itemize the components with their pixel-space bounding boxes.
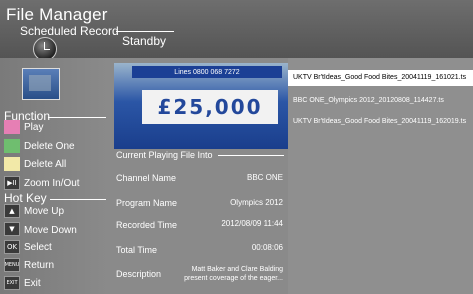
scheduled-record-label: Scheduled Record xyxy=(20,24,119,38)
preview-banner: Lines 0800 068 7272 xyxy=(132,66,282,78)
play-pause-icon: ▶II xyxy=(4,176,20,190)
hot-key-label: Hot Key xyxy=(4,191,47,205)
file-list-item[interactable]: UKTV Br'tIdeas_Good Food Bites_20041119_… xyxy=(288,70,473,86)
file-list-item[interactable]: UKTV Br'tIdeas_Good Food Bites_20041119_… xyxy=(288,114,473,130)
video-preview: Lines 0800 068 7272 £25,000 xyxy=(114,63,288,149)
description-line-2: present coverage of the eager... xyxy=(184,275,283,282)
total-time-value: 00:08:06 xyxy=(251,243,283,252)
preview-amount: £25,000 xyxy=(142,90,278,124)
play-color-key xyxy=(4,120,20,134)
menu-key-icon: MENU xyxy=(4,258,20,272)
program-name-label: Program Name xyxy=(116,198,178,208)
play-function[interactable]: Play xyxy=(24,120,43,134)
return-hotkey: Return xyxy=(24,259,55,271)
record-status: Standby xyxy=(122,34,167,48)
move-down-hotkey: Move Down xyxy=(24,224,77,236)
ok-key-icon: OK xyxy=(4,240,20,254)
zoom-function[interactable]: Zoom In/Out xyxy=(24,176,80,190)
channel-name-label: Channel Name xyxy=(116,173,177,183)
hot-key-leader-line xyxy=(50,199,106,200)
exit-key-icon: EXIT xyxy=(4,276,20,290)
channel-name-value: BBC ONE xyxy=(246,173,283,182)
description-label: Description xyxy=(116,269,162,279)
arrow-up-icon: ▲ xyxy=(4,204,20,218)
arrow-down-icon: ▼ xyxy=(4,222,20,236)
file-list: UKTV Br'tIdeas_Good Food Bites_20041119_… xyxy=(288,58,473,294)
info-leader-line xyxy=(218,155,284,156)
delete-all-function[interactable]: Delete All xyxy=(24,157,66,171)
media-thumbnail-icon xyxy=(22,68,60,100)
recorded-time-value: 2012/08/09 11:44 xyxy=(221,219,283,228)
file-info-panel: Lines 0800 068 7272 £25,000 Current Play… xyxy=(108,58,288,294)
main-area: Function Play Delete One Delete All ▶II … xyxy=(0,58,473,294)
app-title: File Manager xyxy=(6,5,108,24)
function-panel: Function Play Delete One Delete All ▶II … xyxy=(0,58,108,294)
total-time-label: Total Time xyxy=(116,245,158,255)
exit-hotkey: Exit xyxy=(24,277,41,289)
delete-one-function[interactable]: Delete One xyxy=(24,139,75,153)
subtitle-leader-line xyxy=(116,31,174,32)
info-header: Current Playing File Into xyxy=(116,150,213,160)
select-hotkey: Select xyxy=(24,241,52,253)
move-up-hotkey: Move Up xyxy=(24,205,65,217)
delete-one-color-key xyxy=(4,139,20,153)
delete-all-color-key xyxy=(4,157,20,171)
recorded-time-label: Recorded Time xyxy=(116,220,178,230)
file-list-item[interactable]: BBC ONE_Olympics 2012_20120808_114427.ts xyxy=(288,93,473,109)
function-leader-line xyxy=(48,117,106,118)
title-bar: File Manager Scheduled Record Standby xyxy=(0,0,473,61)
program-name-value: Olympics 2012 xyxy=(230,198,283,207)
